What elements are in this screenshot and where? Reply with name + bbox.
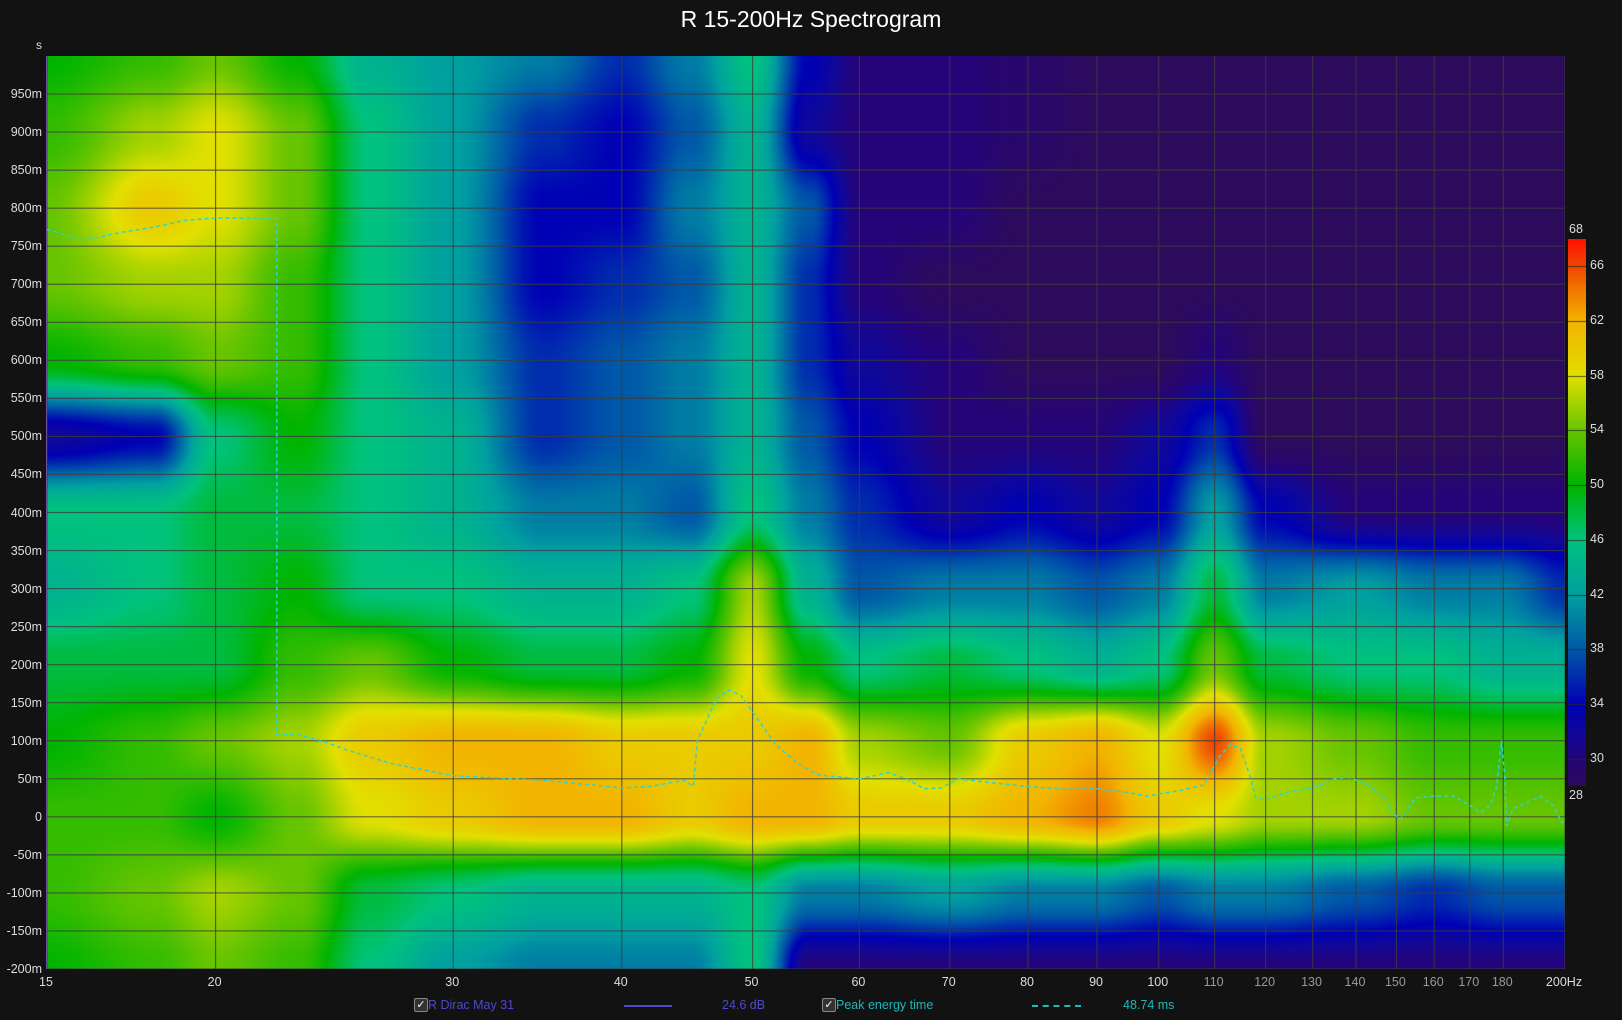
y-tick-label: 700m [10, 277, 42, 292]
colorbar-tick-label: 30 [1590, 750, 1604, 765]
colorbar-tick-label: 46 [1590, 531, 1604, 546]
y-tick-label: -100m [6, 885, 42, 900]
plot-overlay [47, 56, 1565, 969]
y-tick-label: 450m [10, 467, 42, 482]
colorbar-tick-label: 66 [1590, 258, 1604, 273]
legend-line-r-dirac [624, 1005, 672, 1007]
spectrogram-plot-area[interactable] [46, 56, 1565, 969]
y-tick-label: 950m [10, 87, 42, 102]
colorbar-tick-label: 42 [1590, 586, 1604, 601]
x-tick-label: 15 [39, 975, 53, 989]
colorbar-tick-label: 50 [1590, 477, 1604, 492]
y-tick-label: -150m [6, 923, 42, 938]
x-tick-label: 20 [207, 975, 222, 989]
legend-value-r-dirac: 24.6 dB [722, 998, 766, 1012]
y-tick-label: 550m [10, 391, 42, 406]
x-tick-label: 40 [613, 975, 628, 989]
y-tick-label: 650m [10, 315, 42, 330]
x-tick-label: 170 [1458, 975, 1480, 989]
x-tick-label: 120 [1254, 975, 1276, 989]
legend-checkbox-r-dirac[interactable]: ✓ [414, 998, 428, 1012]
x-tick-label: 50 [744, 975, 759, 989]
x-tick-label: 140 [1344, 975, 1366, 989]
y-tick-label: 100m [10, 733, 42, 748]
colorbar-tick-label: 62 [1590, 313, 1604, 328]
y-tick-label: 300m [10, 581, 42, 596]
y-tick-label: 900m [10, 125, 42, 140]
y-tick-label: 350m [10, 543, 42, 558]
legend-line-peak-energy [1032, 1005, 1081, 1007]
colorbar [1568, 239, 1586, 786]
y-tick-label: -50m [13, 847, 42, 862]
x-tick-label: 70 [941, 975, 956, 989]
y-tick-label: 500m [10, 429, 42, 444]
colorbar-tick-label: 54 [1590, 422, 1604, 437]
x-tick-label: 100 [1147, 975, 1169, 989]
colorbar-tick-label: 34 [1590, 695, 1604, 710]
colorbar-tick-label: 28 [1569, 788, 1583, 802]
chart-title: R 15-200Hz Spectrogram [680, 6, 942, 32]
legend-label-r-dirac[interactable]: R Dirac May 31 [428, 998, 514, 1012]
legend-label-peak-energy[interactable]: Peak energy time [836, 998, 933, 1012]
y-tick-label: 750m [10, 239, 42, 254]
y-tick-label: 850m [10, 163, 42, 178]
y-tick-label: -200m [6, 962, 42, 976]
x-tick-label: 200Hz [1545, 975, 1583, 989]
y-tick-label: 400m [10, 505, 42, 520]
legend-checkbox-peak-energy[interactable]: ✓ [822, 998, 836, 1012]
y-tick-label: 800m [10, 201, 42, 216]
x-tick-label: 60 [851, 975, 866, 989]
x-tick-label: 150 [1384, 975, 1406, 989]
y-tick-label: 200m [10, 657, 42, 672]
y-tick-label: 600m [10, 353, 42, 368]
x-tick-label: 130 [1301, 975, 1322, 989]
x-tick-label: 160 [1422, 975, 1444, 989]
y-tick-label: 0 [35, 809, 42, 824]
peak-energy-time-line [47, 217, 1565, 827]
x-tick-label: 180 [1491, 975, 1513, 989]
x-tick-label: 110 [1203, 975, 1224, 989]
x-tick-label: 90 [1089, 975, 1103, 989]
x-tick-label: 80 [1020, 975, 1034, 989]
legend-value-peak-energy: 48.74 ms [1123, 998, 1175, 1012]
x-tick-label: 30 [445, 975, 460, 989]
y-tick-label: 50m [17, 771, 42, 786]
y-axis-unit: s [36, 38, 42, 52]
y-tick-label: 250m [10, 619, 42, 634]
colorbar-tick-label: 38 [1590, 641, 1604, 656]
colorbar-tick-label: 68 [1569, 222, 1583, 236]
y-tick-label: 150m [10, 695, 42, 710]
colorbar-tick-label: 58 [1590, 367, 1604, 382]
